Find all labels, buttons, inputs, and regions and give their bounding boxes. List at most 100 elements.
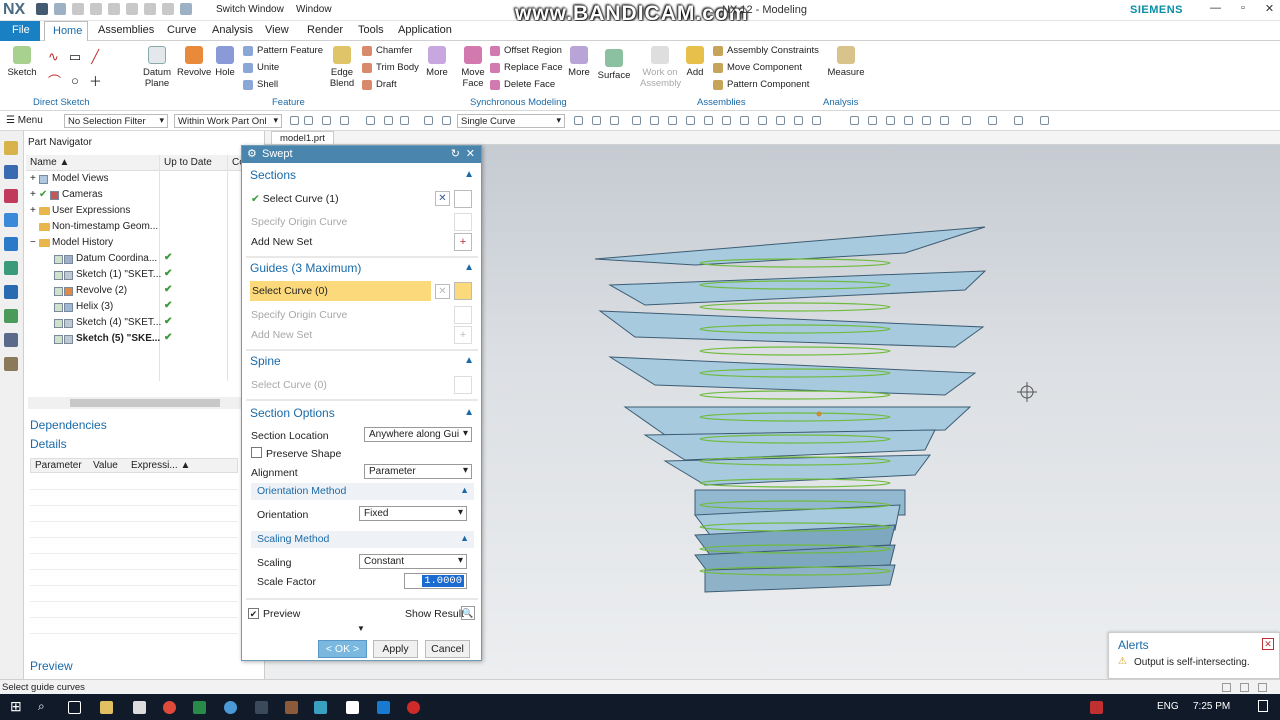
- line-icon[interactable]: ╱: [91, 49, 99, 65]
- move-face-button[interactable]: Move Face: [459, 46, 487, 89]
- nx-app-icon[interactable]: [314, 701, 327, 714]
- scrollbar-thumb[interactable]: [70, 399, 220, 407]
- quadrant-point-icon[interactable]: [740, 116, 749, 125]
- tree-item-model-views[interactable]: + Model Views: [26, 171, 264, 187]
- excel-icon[interactable]: [193, 701, 206, 714]
- tab-curve[interactable]: Curve: [167, 24, 196, 36]
- measure-button[interactable]: Measure: [826, 46, 866, 78]
- midpoint-icon[interactable]: [650, 116, 659, 125]
- preview-checkbox[interactable]: ✔: [248, 608, 259, 619]
- point-on-surface-icon[interactable]: [794, 116, 803, 125]
- reset-icon[interactable]: ↻: [451, 147, 460, 160]
- work-on-assembly-button[interactable]: Work on Assembly: [640, 46, 681, 89]
- existing-point-icon[interactable]: [758, 116, 767, 125]
- face-rule-icon[interactable]: [384, 116, 393, 125]
- guides-add-new-set[interactable]: Add New Set: [251, 329, 312, 341]
- point-on-curve-icon[interactable]: [776, 116, 785, 125]
- point-icon[interactable]: ＋: [89, 71, 102, 90]
- filter-icon[interactable]: [340, 116, 349, 125]
- rectangle-icon[interactable]: ▭: [69, 49, 81, 65]
- switch-window-button[interactable]: Switch Window: [216, 4, 284, 15]
- tree-item-user-expressions[interactable]: + User Expressions: [26, 203, 264, 219]
- tab-view[interactable]: View: [265, 24, 289, 36]
- minimize-icon[interactable]: —: [1210, 2, 1221, 15]
- collapse-icon[interactable]: −: [30, 237, 36, 248]
- alignment-dropdown[interactable]: Parameter: [364, 464, 472, 479]
- tree-item-sketch-5[interactable]: Sketch (5) "SKE... ✔: [26, 331, 264, 347]
- roles-icon[interactable]: [4, 357, 18, 371]
- curve-select-icon[interactable]: [454, 376, 472, 394]
- rotate-icon[interactable]: [886, 116, 895, 125]
- perspective-icon[interactable]: [922, 116, 931, 125]
- work-layer-icon[interactable]: [1014, 116, 1023, 125]
- rule-icon[interactable]: [366, 116, 375, 125]
- redo-icon[interactable]: [72, 3, 84, 15]
- collapse-icon[interactable]: ▲: [464, 262, 474, 273]
- endpoint-icon[interactable]: [632, 116, 641, 125]
- orient-view-icon[interactable]: [940, 116, 949, 125]
- tree-item-cameras[interactable]: + ✔ Cameras: [26, 187, 264, 203]
- web-browser-icon[interactable]: [4, 261, 18, 275]
- copy-icon[interactable]: [108, 3, 120, 15]
- select-all-icon[interactable]: [304, 116, 313, 125]
- tab-render[interactable]: Render: [307, 24, 343, 36]
- windows-start-icon[interactable]: ⊞: [10, 698, 22, 715]
- collapse-icon[interactable]: ▲: [464, 355, 474, 366]
- app-icon[interactable]: [255, 701, 268, 714]
- section-options-group-title[interactable]: Section Options: [250, 406, 335, 420]
- pattern-feature-button[interactable]: Pattern Feature: [243, 45, 323, 56]
- expand-icon[interactable]: +: [30, 173, 36, 184]
- navigator-scrollbar[interactable]: [28, 397, 264, 409]
- zoom-icon[interactable]: [868, 116, 877, 125]
- feature-rule-icon[interactable]: [424, 116, 433, 125]
- origin-select-icon[interactable]: [454, 306, 472, 324]
- tab-home[interactable]: Home: [44, 21, 88, 41]
- layout-icon[interactable]: [1222, 683, 1231, 692]
- reuse-library-icon[interactable]: [4, 213, 18, 227]
- scale-factor-input[interactable]: 1.0000: [404, 573, 467, 589]
- column-expression[interactable]: Expressi... ▲: [131, 460, 190, 471]
- edge-icon[interactable]: [377, 701, 390, 714]
- hd3d-tools-icon[interactable]: [4, 237, 18, 251]
- expand-icon[interactable]: +: [30, 205, 36, 216]
- hole-button[interactable]: Hole: [213, 46, 237, 78]
- touch-mode-icon[interactable]: [180, 3, 192, 15]
- save-icon[interactable]: [36, 3, 48, 15]
- file-explorer-icon[interactable]: [100, 701, 113, 714]
- snap-icon[interactable]: [290, 116, 299, 125]
- tree-item-sketch-1[interactable]: Sketch (1) "SKET... ✔: [26, 267, 264, 283]
- selection-scope-dropdown[interactable]: Within Work Part Onl: [174, 114, 282, 128]
- checkbox-icon[interactable]: [54, 287, 63, 296]
- arc-icon[interactable]: ⌒: [48, 71, 61, 90]
- part-navigator-icon[interactable]: [4, 189, 18, 203]
- history-icon[interactable]: [4, 285, 18, 299]
- dependencies-panel[interactable]: Dependencies: [30, 418, 107, 432]
- unite-button[interactable]: Unite: [243, 62, 279, 73]
- app-icon[interactable]: [224, 701, 237, 714]
- guides-specify-origin[interactable]: Specify Origin Curve: [251, 309, 347, 321]
- sketch-button[interactable]: Sketch: [6, 46, 38, 78]
- collapse-icon[interactable]: ▲: [464, 169, 474, 180]
- close-icon[interactable]: ✕: [466, 147, 475, 160]
- menu-button[interactable]: ☰ Menu: [6, 115, 43, 126]
- deselect-icon[interactable]: [322, 116, 331, 125]
- repeat-icon[interactable]: [162, 3, 174, 15]
- pan-icon[interactable]: [904, 116, 913, 125]
- model-tab[interactable]: model1.prt: [271, 131, 334, 145]
- section-view-icon[interactable]: [1040, 116, 1049, 125]
- shell-button[interactable]: Shell: [243, 79, 278, 90]
- collapse-icon[interactable]: ▲: [460, 533, 469, 543]
- trim-body-button[interactable]: Trim Body: [362, 62, 419, 73]
- close-icon[interactable]: ✕: [1265, 2, 1274, 15]
- pattern-component-button[interactable]: Pattern Component: [713, 79, 809, 90]
- background-icon[interactable]: [988, 116, 997, 125]
- curve-rule-dropdown[interactable]: Single Curve: [457, 114, 565, 128]
- preview-panel[interactable]: Preview: [30, 659, 73, 673]
- datum-plane-button[interactable]: Datum Plane: [140, 46, 174, 89]
- collapse-icon[interactable]: ▲: [460, 485, 469, 495]
- tree-item-non-timestamp[interactable]: Non-timestamp Geom...: [26, 219, 264, 235]
- tab-assemblies[interactable]: Assemblies: [98, 24, 154, 36]
- show-result-icon[interactable]: 🔍: [461, 606, 475, 620]
- task-view-icon[interactable]: [68, 701, 81, 714]
- language-indicator[interactable]: ENG: [1157, 701, 1179, 712]
